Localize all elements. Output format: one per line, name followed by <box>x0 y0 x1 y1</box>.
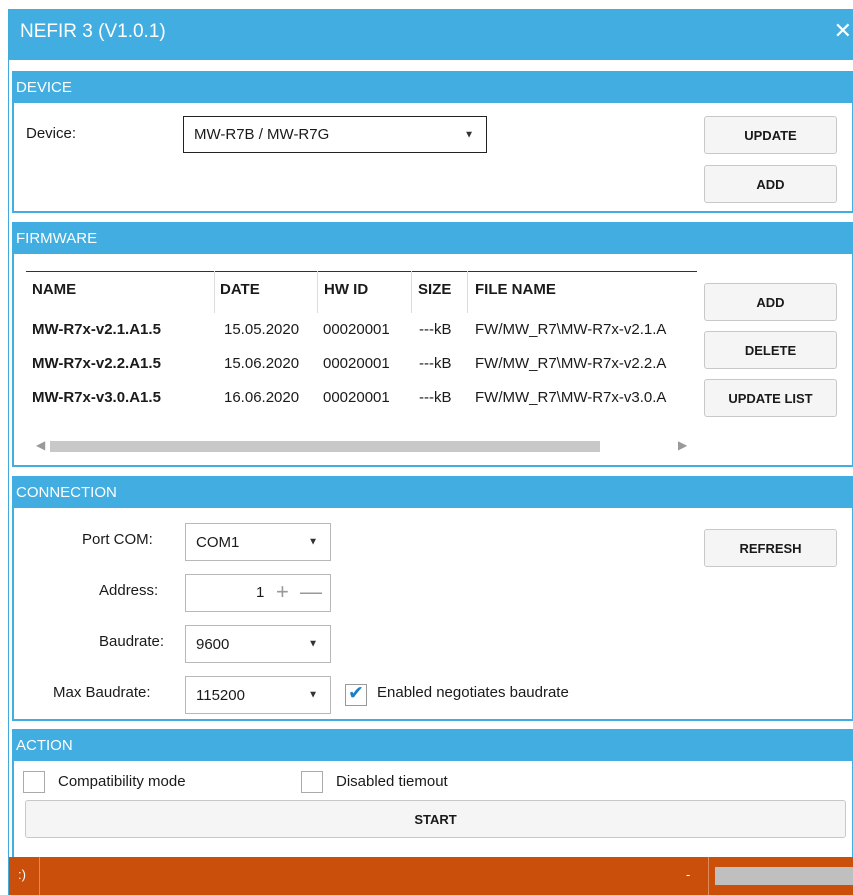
chevron-down-icon: ▼ <box>308 689 318 701</box>
update-device-button[interactable]: UPDATE <box>704 116 837 154</box>
chevron-down-icon: ▼ <box>308 638 318 650</box>
row-hwid: 00020001 <box>323 321 390 338</box>
scrollbar-thumb[interactable] <box>50 441 600 452</box>
update-list-button[interactable]: UPDATE LIST <box>704 379 837 417</box>
firmware-table: NAME DATE HW ID SIZE FILE NAME MW-R7x-v2… <box>14 271 699 435</box>
checkmark-icon: ✔ <box>348 682 364 704</box>
column-header-name[interactable]: NAME <box>32 281 76 298</box>
address-stepper[interactable]: 1 + — <box>185 574 331 612</box>
column-header-date[interactable]: DATE <box>220 281 260 298</box>
status-divider <box>708 857 709 895</box>
action-section: ACTION Compatibility mode Disabled tiemo… <box>12 729 853 857</box>
column-divider <box>467 271 468 313</box>
status-bar: :) - <box>9 857 853 895</box>
row-name: MW-R7x-v2.1.A1.5 <box>32 321 161 338</box>
row-date: 16.06.2020 <box>224 389 300 406</box>
row-filename: FW/MW_R7\MW-R7x-v2.1.A <box>475 321 667 338</box>
column-divider <box>317 271 318 313</box>
connection-section-header: CONNECTION <box>14 478 852 508</box>
start-button[interactable]: START <box>25 800 846 838</box>
device-select-value: MW-R7B / MW-R7G <box>194 126 330 143</box>
disabled-timeout-label: Disabled tiemout <box>336 773 448 790</box>
port-com-label: Port COM: <box>82 531 153 548</box>
max-baudrate-label: Max Baudrate: <box>53 684 151 701</box>
row-date: 15.05.2020 <box>224 321 300 338</box>
address-value[interactable]: 1 <box>256 584 264 601</box>
status-right-text: - <box>686 867 691 882</box>
firmware-section-header: FIRMWARE <box>14 224 852 254</box>
plus-icon[interactable]: + <box>276 579 289 605</box>
row-size: ---kB <box>419 355 452 372</box>
column-divider <box>411 271 412 313</box>
row-size: ---kB <box>419 389 452 406</box>
device-label: Device: <box>26 125 77 142</box>
column-header-filename[interactable]: FILE NAME <box>475 281 556 298</box>
port-com-select[interactable]: COM1 ▼ <box>185 523 331 561</box>
baudrate-select[interactable]: 9600 ▼ <box>185 625 331 663</box>
row-name: MW-R7x-v3.0.A1.5 <box>32 389 161 406</box>
compatibility-mode-checkbox[interactable] <box>23 771 45 793</box>
app-window: NEFIR 3 (V1.0.1) ✕ DEVICE Device: MW-R7B… <box>8 9 853 895</box>
scroll-left-icon[interactable]: ◀ <box>36 438 45 452</box>
column-divider <box>214 271 215 313</box>
disabled-timeout-checkbox[interactable] <box>301 771 323 793</box>
table-row[interactable]: MW-R7x-v2.1.A1.5 15.05.2020 00020001 ---… <box>14 316 699 346</box>
table-row[interactable]: MW-R7x-v3.0.A1.5 16.06.2020 00020001 ---… <box>14 384 699 414</box>
device-section: DEVICE Device: MW-R7B / MW-R7G ▼ UPDATE … <box>12 71 853 213</box>
title-bar: NEFIR 3 (V1.0.1) ✕ <box>9 9 853 60</box>
device-select[interactable]: MW-R7B / MW-R7G ▼ <box>183 116 487 153</box>
delete-firmware-button[interactable]: DELETE <box>704 331 837 369</box>
row-filename: FW/MW_R7\MW-R7x-v3.0.A <box>475 389 667 406</box>
add-device-button[interactable]: ADD <box>704 165 837 203</box>
close-icon[interactable]: ✕ <box>834 19 852 44</box>
row-name: MW-R7x-v2.2.A1.5 <box>32 355 161 372</box>
row-hwid: 00020001 <box>323 355 390 372</box>
row-date: 15.06.2020 <box>224 355 300 372</box>
negotiate-baudrate-label: Enabled negotiates baudrate <box>377 684 569 701</box>
address-label: Address: <box>99 582 159 599</box>
firmware-section: FIRMWARE NAME DATE HW ID SIZE FILE NAME … <box>12 222 853 467</box>
add-firmware-button[interactable]: ADD <box>704 283 837 321</box>
baudrate-label: Baudrate: <box>99 633 165 650</box>
row-filename: FW/MW_R7\MW-R7x-v2.2.A <box>475 355 667 372</box>
negotiate-baudrate-checkbox[interactable]: ✔ <box>345 682 367 706</box>
device-section-header: DEVICE <box>14 73 852 103</box>
baudrate-value: 9600 <box>196 635 230 653</box>
chevron-down-icon: ▼ <box>464 129 474 140</box>
max-baudrate-value: 115200 <box>196 686 245 704</box>
status-divider <box>39 857 40 895</box>
compatibility-mode-label: Compatibility mode <box>58 773 186 790</box>
column-header-hwid[interactable]: HW ID <box>324 281 368 298</box>
table-row[interactable]: MW-R7x-v2.2.A1.5 15.06.2020 00020001 ---… <box>14 350 699 380</box>
progress-bar <box>715 867 853 885</box>
horizontal-scrollbar[interactable]: ◀ ▶ <box>26 436 694 456</box>
window-title: NEFIR 3 (V1.0.1) <box>20 21 166 42</box>
scroll-right-icon[interactable]: ▶ <box>678 438 687 452</box>
chevron-down-icon: ▼ <box>308 536 318 548</box>
action-section-header: ACTION <box>14 731 852 761</box>
port-com-value: COM1 <box>196 533 240 551</box>
minus-icon[interactable]: — <box>300 579 322 605</box>
row-size: ---kB <box>419 321 452 338</box>
max-baudrate-select[interactable]: 115200 ▼ <box>185 676 331 714</box>
connection-section: CONNECTION Port COM: COM1 ▼ Address: 1 +… <box>12 476 853 721</box>
row-hwid: 00020001 <box>323 389 390 406</box>
column-header-size[interactable]: SIZE <box>418 281 451 298</box>
status-text: :) <box>18 867 26 882</box>
refresh-button[interactable]: REFRESH <box>704 529 837 567</box>
